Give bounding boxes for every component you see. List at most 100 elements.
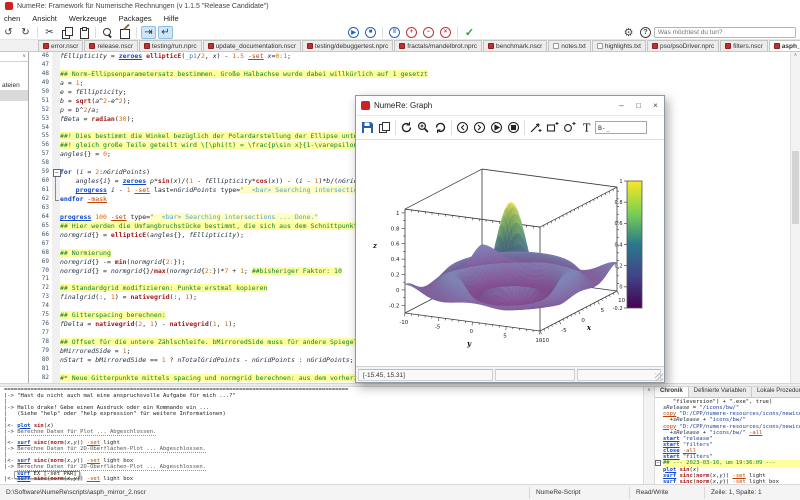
clear-breakpoints-icon[interactable]: × (438, 26, 453, 39)
fold-margin (52, 230, 60, 240)
plot-style-input[interactable] (595, 121, 647, 134)
text-file-icon (553, 43, 560, 49)
script-file-icon (143, 43, 150, 49)
menu-item-packages[interactable]: Packages (113, 13, 158, 24)
file-tree-combo[interactable] (0, 52, 28, 62)
fold-margin (52, 150, 60, 160)
line-number: 51 (41, 96, 49, 104)
undo-icon[interactable]: ↺ (1, 26, 16, 39)
graph-title-bar[interactable]: NumeRe: Graph – □ × (356, 96, 664, 116)
editor-tab[interactable]: asph_mirror_2.nscr× (768, 40, 800, 51)
execute-line-icon[interactable]: ↵ (158, 25, 173, 39)
graph-status-bar: [-15.45, 15.31] (356, 366, 664, 382)
line-number: 47 (41, 60, 49, 68)
fold-margin (52, 373, 60, 383)
resize-grip[interactable] (655, 373, 663, 381)
pause-icon[interactable]: ‖ (387, 26, 402, 39)
copy-icon[interactable] (59, 26, 74, 39)
start-icon[interactable]: ▶ (346, 26, 361, 39)
file-tree-selected-row[interactable] (0, 90, 28, 101)
menu-item-ansicht[interactable]: Ansicht (26, 13, 63, 24)
close-icon[interactable]: × (647, 96, 664, 115)
editor-tab[interactable]: update_documentation.nscr (202, 40, 301, 51)
help-icon[interactable]: ? (640, 26, 651, 38)
draw-circle-icon[interactable] (561, 119, 578, 136)
run-script-icon[interactable]: ⇥ (141, 25, 156, 39)
graph-status-cell (495, 368, 575, 381)
line-number: 73 (41, 293, 49, 301)
terminal-scrollbar[interactable]: ∧ (643, 387, 655, 484)
editor-tab[interactable]: notes.txt (548, 40, 591, 51)
maximize-icon[interactable]: □ (630, 96, 647, 115)
menu-item-chen[interactable]: chen (0, 13, 26, 24)
save-icon[interactable] (359, 119, 376, 136)
draw-text-icon[interactable]: T (578, 119, 595, 136)
add-breakpoint-icon[interactable]: + (404, 26, 419, 39)
graph-window[interactable]: NumeRe: Graph – □ × T [-15.45, 15.31] (355, 95, 665, 383)
editor-tab-bar: error.nscr release.nscr testing/run.nprc up… (0, 40, 800, 52)
fold-margin[interactable] (52, 168, 61, 178)
draw-line-icon[interactable] (527, 119, 544, 136)
gear-icon[interactable]: ⚙ (621, 26, 636, 39)
editor-tab[interactable]: release.nscr (84, 40, 138, 51)
search-input[interactable] (654, 26, 796, 38)
editor-tab[interactable]: error.nscr (38, 40, 84, 51)
reset-view-icon[interactable] (432, 119, 449, 136)
line-number: 46 (41, 52, 49, 59)
script-file-icon (207, 43, 214, 49)
redo-icon[interactable]: ↻ (18, 26, 33, 39)
fold-margin (52, 320, 60, 330)
editor-tab[interactable]: benchmark.nscr (483, 40, 548, 51)
editor-tab[interactable]: pso/psoDriver.nprc (646, 40, 720, 51)
anim-play-icon[interactable] (488, 119, 505, 136)
toolbar-separator (395, 120, 396, 135)
script-file-icon (306, 43, 313, 49)
status-access-mode: Read/Write (630, 486, 705, 499)
terminal[interactable]: ========================================… (0, 387, 643, 484)
bottom-tab-definierte-variablen[interactable]: Definierte Variablen (689, 387, 752, 397)
editor-tab[interactable]: filters.nscr (720, 40, 768, 51)
edit-icon[interactable] (117, 26, 132, 39)
draw-rect-icon[interactable] (544, 119, 561, 136)
bottom-tab-chronik[interactable]: Chronik (655, 387, 689, 397)
editor-tab[interactable]: fractals/mandelbrot.nprc (394, 40, 482, 51)
menu-item-werkzeuge[interactable]: Werkzeuge (63, 13, 113, 24)
history-list[interactable]: "fileversion") + ".exe", true) sRelease =… (655, 398, 800, 484)
line-number: 63 (41, 203, 49, 211)
fold-margin (52, 60, 60, 70)
editor-tab[interactable]: highlights.txt (591, 40, 646, 51)
nav-prev-icon[interactable] (454, 119, 471, 136)
line-number: 82 (41, 373, 49, 381)
fold-margin (52, 141, 60, 151)
search-icon[interactable] (100, 26, 115, 39)
editor-scrollbar[interactable]: ∧ (790, 52, 800, 383)
fold-margin (52, 212, 60, 222)
cut-icon[interactable]: ✂ (42, 26, 57, 39)
surface-plot-canvas[interactable] (356, 140, 664, 366)
line-number: 75 (41, 311, 49, 319)
remove-breakpoint-icon[interactable]: − (421, 26, 436, 39)
line-number: 55 (41, 132, 49, 140)
nav-next-icon[interactable] (471, 119, 488, 136)
text-file-icon (596, 43, 603, 49)
file-tree-panel[interactable]: ateien (0, 52, 29, 383)
paste-icon[interactable] (76, 26, 91, 39)
editor-tab[interactable]: testing/run.nprc (138, 40, 202, 51)
menu-item-hilfe[interactable]: Hilfe (158, 13, 185, 24)
debug-toolbar: ▶ ■ ‖ + − × ✓ (345, 26, 478, 39)
zoom-in-icon[interactable] (415, 119, 432, 136)
minimize-icon[interactable]: – (613, 96, 630, 115)
refresh-icon[interactable] (398, 119, 415, 136)
fold-margin (52, 248, 60, 258)
bottom-tab-lokale-prozeduren[interactable]: Lokale Prozeduren (752, 387, 800, 397)
analyze-icon[interactable]: ✓ (462, 26, 477, 39)
app-icon (5, 2, 13, 10)
line-number: 76 (41, 320, 49, 328)
toolbar-separator (136, 26, 137, 38)
editor-tab[interactable]: testing/debuggertest.nprc (301, 40, 394, 51)
stop-icon[interactable]: ■ (363, 26, 378, 39)
fold-box-icon[interactable]: − (655, 460, 661, 467)
copy-icon[interactable] (376, 119, 393, 136)
anim-stop-icon[interactable] (505, 119, 522, 136)
fold-margin (52, 203, 60, 213)
